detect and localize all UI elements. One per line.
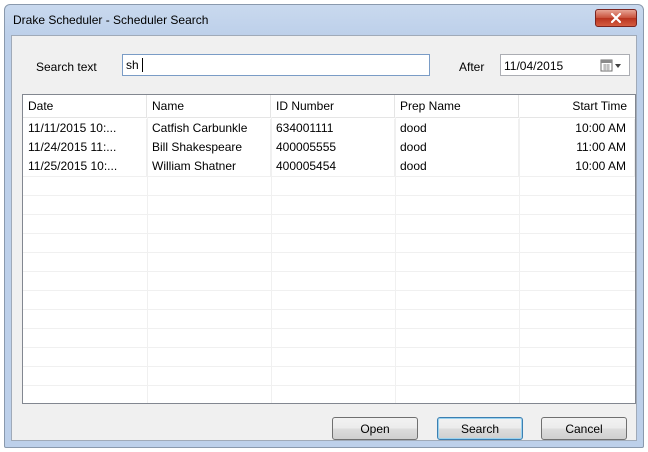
table-row[interactable]: 11/11/2015 10:... Catfish Carbunkle 6340… xyxy=(23,119,635,138)
cell-id-number: 400005555 xyxy=(271,138,395,157)
cell-start-time: 10:00 AM xyxy=(519,157,635,176)
table-row[interactable]: 11/25/2015 10:... William Shatner 400005… xyxy=(23,157,635,176)
after-label: After xyxy=(459,60,485,74)
search-input[interactable] xyxy=(122,54,430,76)
results-table[interactable]: Date Name ID Number Prep Name Start Time… xyxy=(22,94,636,404)
column-header-date[interactable]: Date xyxy=(23,95,147,117)
grid-row-line xyxy=(23,347,635,348)
calendar-dropdown-icon[interactable] xyxy=(599,59,625,73)
grid-row-line xyxy=(23,233,635,234)
grid-row-line xyxy=(23,252,635,253)
grid-row-line xyxy=(23,328,635,329)
cell-prep-name: dood xyxy=(395,119,519,138)
title-bar[interactable]: Drake Scheduler - Scheduler Search xyxy=(5,5,643,35)
grid-column-line xyxy=(395,117,396,403)
grid-column-line xyxy=(519,117,520,403)
grid-row-line xyxy=(23,385,635,386)
column-header-prep-name[interactable]: Prep Name xyxy=(395,95,519,117)
cell-date: 11/11/2015 10:... xyxy=(23,119,147,138)
close-icon xyxy=(611,13,621,23)
window-title: Drake Scheduler - Scheduler Search xyxy=(13,13,209,27)
cell-date: 11/25/2015 10:... xyxy=(23,157,147,176)
cell-name: William Shatner xyxy=(147,157,271,176)
cell-start-time: 10:00 AM xyxy=(519,119,635,138)
column-header-start-time[interactable]: Start Time xyxy=(519,95,635,117)
dialog-body: Search text After 11/04/2015 Date Name I… xyxy=(11,35,637,441)
search-button[interactable]: Search xyxy=(437,417,523,440)
column-header-name[interactable]: Name xyxy=(147,95,271,117)
grid-column-line xyxy=(271,117,272,403)
cell-prep-name: dood xyxy=(395,157,519,176)
table-header: Date Name ID Number Prep Name Start Time xyxy=(23,95,635,118)
grid-column-line xyxy=(147,117,148,403)
cell-name: Catfish Carbunkle xyxy=(147,119,271,138)
search-text-label: Search text xyxy=(36,60,97,74)
after-date-picker[interactable]: 11/04/2015 xyxy=(500,54,630,76)
cancel-button[interactable]: Cancel xyxy=(541,417,627,440)
grid-row-line xyxy=(23,176,635,177)
text-caret xyxy=(142,58,143,72)
cell-id-number: 634001111 xyxy=(271,119,395,138)
close-button[interactable] xyxy=(595,9,637,27)
scheduler-search-window: Drake Scheduler - Scheduler Search Searc… xyxy=(4,4,644,448)
grid-row-line xyxy=(23,309,635,310)
table-row[interactable]: 11/24/2015 11:... Bill Shakespeare 40000… xyxy=(23,138,635,157)
after-date-value: 11/04/2015 xyxy=(504,59,564,73)
cell-id-number: 400005454 xyxy=(271,157,395,176)
grid-row-line xyxy=(23,195,635,196)
grid-row-line xyxy=(23,271,635,272)
open-button[interactable]: Open xyxy=(332,417,418,440)
cell-name: Bill Shakespeare xyxy=(147,138,271,157)
grid-row-line xyxy=(23,366,635,367)
cell-prep-name: dood xyxy=(395,138,519,157)
grid-row-line xyxy=(23,214,635,215)
grid-row-line xyxy=(23,290,635,291)
column-header-id-number[interactable]: ID Number xyxy=(271,95,395,117)
cell-start-time: 11:00 AM xyxy=(519,138,635,157)
cell-date: 11/24/2015 11:... xyxy=(23,138,147,157)
